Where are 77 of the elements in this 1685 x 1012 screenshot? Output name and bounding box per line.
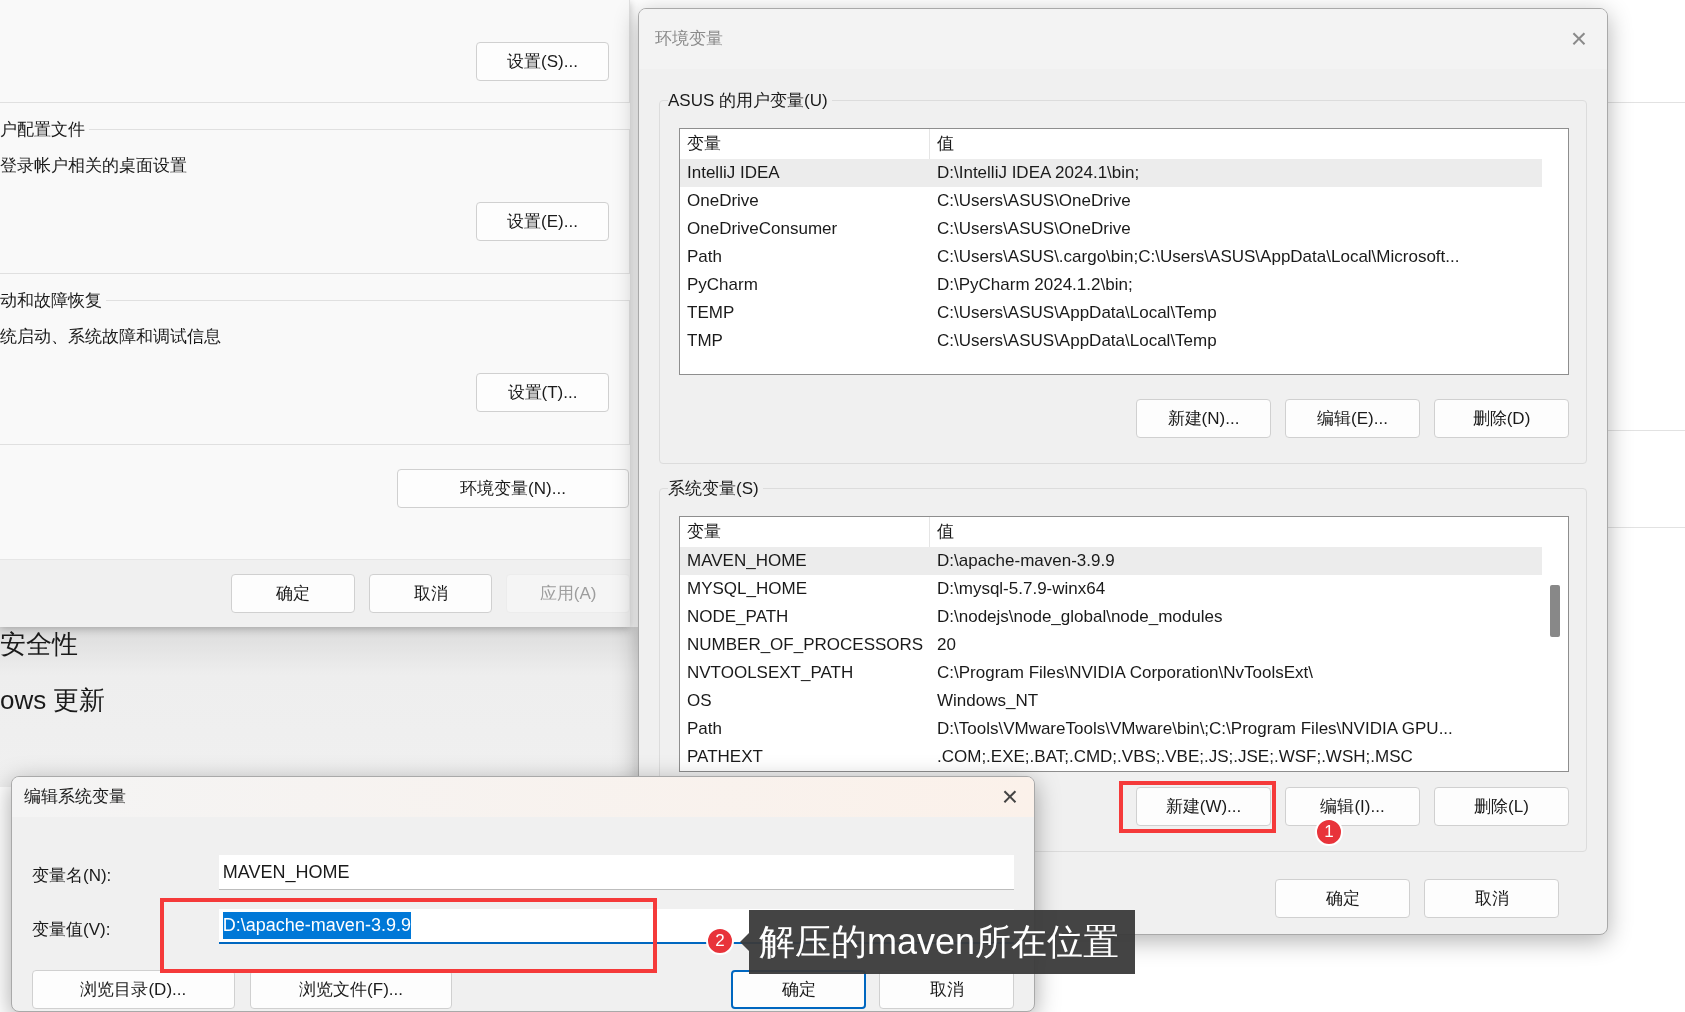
list-button[interactable]: 新建(N)...	[1136, 399, 1271, 438]
variable-value: 20	[936, 634, 956, 657]
variable-name: MAVEN_HOME	[686, 550, 808, 573]
list-row[interactable]: PyCharm D:\PyCharm 2024.1.2\bin;	[680, 271, 1542, 299]
list-row[interactable]: MAVEN_HOME D:\apache-maven-3.9.9	[680, 547, 1542, 575]
window-title: 环境变量	[655, 28, 723, 51]
variable-value: C:\Users\ASUS\OneDrive	[936, 190, 1131, 213]
settings-button[interactable]: 设置(E)...	[476, 202, 609, 241]
list-row[interactable]: Path D:\Tools\VMwareTools\VMware\bin\;C:\Program Files\NVIDIA GPU...	[680, 715, 1542, 743]
dialog-button[interactable]: 取消	[368, 574, 493, 613]
variable-name: IntelliJ IDEA	[686, 162, 781, 185]
dialog-button[interactable]: 确定	[231, 574, 355, 613]
list-button[interactable]: 删除(D)	[1434, 399, 1569, 438]
list-button[interactable]: 编辑(I)...	[1285, 787, 1420, 826]
dialog-button[interactable]: 取消	[1424, 879, 1559, 918]
variable-value: C:\Users\ASUS\AppData\Local\Temp	[936, 302, 1217, 325]
close-button[interactable]: ×	[997, 783, 1022, 811]
list-row[interactable]: IntelliJ IDEA D:\IntelliJ IDEA 2024.1\bin;	[680, 159, 1542, 187]
field-label: 变量名(N):	[32, 864, 113, 887]
group-description: 统启动、系统故障和调试信息	[0, 326, 221, 348]
list-row[interactable]: MYSQL_HOME D:\mysql-5.7.9-winx64	[680, 575, 1542, 603]
list-button[interactable]: 新建(W)...	[1136, 787, 1271, 826]
dialog-button[interactable]: 确定	[1275, 879, 1410, 918]
variable-value: D:\mysql-5.7.9-winx64	[936, 578, 1106, 601]
input-field[interactable]: MAVEN_HOME	[218, 855, 1014, 890]
variable-name: TMP	[686, 330, 724, 353]
list-row[interactable]: NVTOOLSEXT_PATH C:\Program Files\NVIDIA Corporation\NvToolsExt\	[680, 659, 1542, 687]
variable-value: D:\IntelliJ IDEA 2024.1\bin;	[936, 162, 1140, 185]
variable-name: NODE_PATH	[686, 606, 790, 629]
list-row[interactable]: TMP C:\Users\ASUS\AppData\Local\Temp	[680, 327, 1542, 355]
group-description: 登录帐户相关的桌面设置	[0, 155, 187, 177]
settings-item[interactable]: 安全性	[0, 627, 78, 661]
variable-name: OneDrive	[686, 190, 760, 213]
variable-value: D:\apache-maven-3.9.9	[936, 550, 1115, 573]
variable-value: Windows_NT	[936, 690, 1039, 713]
column-header[interactable]: 值	[930, 131, 954, 157]
list-row[interactable]: TEMP C:\Users\ASUS\AppData\Local\Temp	[680, 299, 1542, 327]
variable-name: MYSQL_HOME	[686, 578, 808, 601]
list-button[interactable]: 编辑(E)...	[1285, 399, 1420, 438]
list-row[interactable]: NODE_PATH D:\nodejs\node_global\node_modules	[680, 603, 1542, 631]
variable-value: C:\Users\ASUS\.cargo\bin;C:\Users\ASUS\AppData\Local\Microsoft...	[936, 246, 1460, 269]
variable-value: D:\nodejs\node_global\node_modules	[936, 606, 1223, 629]
list-row[interactable]: OneDrive C:\Users\ASUS\OneDrive	[680, 187, 1542, 215]
list-button[interactable]: 删除(L)	[1434, 787, 1569, 826]
variable-value: .COM;.EXE;.BAT;.CMD;.VBS;.VBE;.JS;.JSE;.WSF;.WSH;.MSC	[936, 746, 1413, 769]
variable-name: PATHEXT	[686, 746, 764, 769]
list-row[interactable]: PATHEXT .COM;.EXE;.BAT;.CMD;.VBS;.VBE;.JS;.JSE;.WSF;.WSH;.MSC	[680, 743, 1542, 771]
variable-value: C:\Users\ASUS\OneDrive	[936, 218, 1131, 241]
variable-value: C:\Program Files\NVIDIA Corporation\NvToolsExt\	[936, 662, 1313, 685]
dialog-button[interactable]: 浏览文件(F)...	[249, 970, 453, 1009]
settings-item[interactable]: ows 更新	[0, 683, 106, 717]
variable-name: TEMP	[686, 302, 736, 325]
variable-name: Path	[686, 246, 723, 269]
variable-name: NVTOOLSEXT_PATH	[686, 662, 855, 685]
variable-list[interactable]	[679, 128, 1569, 375]
variable-name: PyCharm	[686, 274, 759, 297]
settings-button[interactable]: 设置(T)...	[476, 373, 609, 412]
list-row[interactable]: Path C:\Users\ASUS\.cargo\bin;C:\Users\ASUS\AppData\Local\Microsoft...	[680, 243, 1542, 271]
scrollbar-thumb[interactable]	[1550, 585, 1560, 637]
dialog-button[interactable]: 浏览目录(D)...	[32, 970, 235, 1009]
dialog-button[interactable]: 确定	[731, 970, 867, 1009]
column-header[interactable]: 值	[930, 519, 954, 545]
list-row[interactable]: OS Windows_NT	[680, 687, 1542, 715]
variable-list[interactable]	[679, 516, 1569, 772]
variable-name: OS	[686, 690, 713, 713]
variable-name: NUMBER_OF_PROCESSORS	[686, 634, 925, 657]
list-row[interactable]: OneDriveConsumer C:\Users\ASUS\OneDrive	[680, 215, 1542, 243]
window-title: 编辑系统变量	[24, 786, 126, 809]
variable-value: D:\PyCharm 2024.1.2\bin;	[936, 274, 1133, 297]
environment-variables-button[interactable]: 环境变量(N)...	[397, 469, 629, 508]
settings-button[interactable]: 设置(S)...	[476, 42, 609, 81]
variable-name: Path	[686, 718, 723, 741]
list-row[interactable]: NUMBER_OF_PROCESSORS 20	[680, 631, 1542, 659]
variable-value: D:\Tools\VMwareTools\VMware\bin\;C:\Program Files\NVIDIA GPU...	[936, 718, 1453, 741]
variable-name: OneDriveConsumer	[686, 218, 839, 241]
variable-value: C:\Users\ASUS\AppData\Local\Temp	[936, 330, 1217, 353]
field-label: 变量值(V):	[32, 918, 112, 941]
